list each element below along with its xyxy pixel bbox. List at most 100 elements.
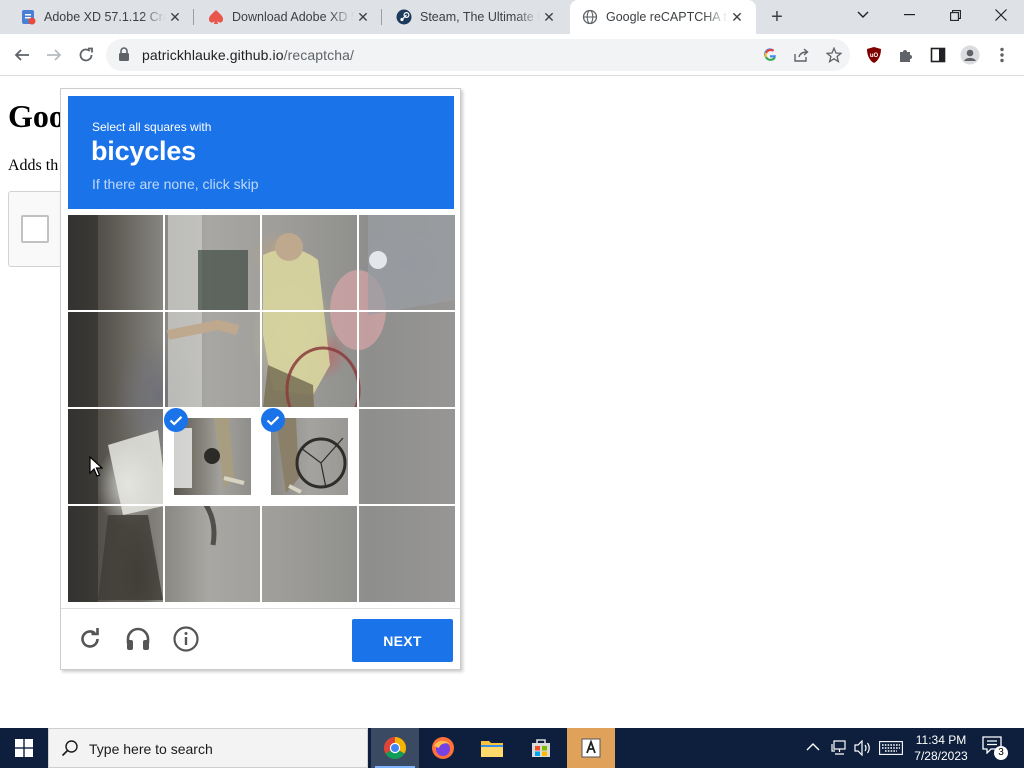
google-g-icon [764,48,776,61]
tab-steam[interactable]: Steam, The Ultimate Online Game Platform… [384,0,568,34]
chevron-up-icon[interactable] [806,741,820,753]
tile-photo [174,418,245,488]
recaptcha-challenge-dialog: Select all squares with bicycles If ther… [60,88,461,670]
google-lens-icon[interactable] [760,45,780,65]
tab-title: Download Adobe XD 57 [232,10,354,24]
grid-tile[interactable] [359,215,454,310]
grid-tile-selected[interactable] [164,408,261,505]
tab-title: Adobe XD 57.1.12 Crack [44,10,166,24]
url-path: /recaptcha/ [283,47,354,63]
extensions-button[interactable] [890,39,922,71]
profile-button[interactable] [954,39,986,71]
adobe-installer-icon [581,738,601,758]
grid-tile[interactable] [165,215,260,310]
url-text: patrickhlauke.github.io/recaptcha/ [142,47,354,63]
tile-image [174,418,251,495]
arrow-right-icon [47,49,62,61]
tab-search-button[interactable] [840,0,886,30]
reload-challenge-button[interactable] [76,625,104,653]
spade-icon [208,10,224,24]
puzzle-icon [900,50,912,62]
grid-tile[interactable] [68,506,163,601]
new-tab-button[interactable]: + [764,5,790,29]
taskbar-chrome[interactable] [371,728,419,768]
grid-tile[interactable] [68,312,163,407]
globe-icon [582,9,598,25]
page-title: Goo [8,98,65,134]
bookmark-star-icon[interactable] [824,45,844,65]
close-tab-icon[interactable]: ✕ [728,8,746,26]
recaptcha-checkbox[interactable] [21,215,49,243]
clock-date: 7/28/2023 [914,749,968,763]
grid-tile[interactable] [165,506,260,601]
volume-icon[interactable] [854,740,872,756]
grid-tile[interactable] [68,215,163,310]
tab-download-adobe-xd[interactable]: Download Adobe XD 57 ✕ [196,0,382,34]
clock-time: 11:34 PM [915,733,967,747]
grid-tile[interactable] [359,312,454,407]
share-arrow-icon [794,48,809,62]
reload-button[interactable] [70,39,102,71]
action-center-button[interactable]: 3 [982,736,1008,760]
next-button[interactable]: NEXT [352,619,453,662]
reload-icon [79,47,93,62]
tile-image [271,418,348,495]
restore-button[interactable] [932,0,978,30]
shield-icon: uO [867,47,881,63]
restore-icon [949,9,961,21]
url-domain: patrickhlauke.github.io [142,47,284,63]
grid-tile[interactable] [68,409,163,504]
grid-tile[interactable] [262,312,357,407]
challenge-header: Select all squares with bicycles If ther… [68,96,454,209]
back-button[interactable] [6,39,38,71]
grid-tile[interactable] [262,506,357,601]
svg-text:uO: uO [870,53,879,59]
ublock-extension-icon[interactable]: uO [858,39,890,71]
chevron-down-icon [857,11,869,18]
taskbar-microsoft-store[interactable] [517,728,565,768]
close-icon [995,9,1007,21]
tab-title: Steam, The Ultimate Online Game Platform [420,10,540,24]
close-tab-icon[interactable]: ✕ [166,8,184,26]
grid-tile[interactable] [359,409,454,504]
taskbar-adobe-app[interactable] [567,728,615,768]
grid-tile-selected[interactable] [261,408,358,505]
chrome-menu-button[interactable] [986,39,1018,71]
tab-title: Google reCAPTCHA test [606,10,728,24]
keyboard-icon[interactable] [879,741,903,755]
selected-check-icon [164,408,188,432]
minimize-icon [903,14,915,16]
audio-challenge-button[interactable] [124,625,152,653]
grid-tile[interactable] [165,312,260,407]
close-tab-icon[interactable]: ✕ [540,8,558,26]
minimize-button[interactable] [886,0,932,30]
steam-icon [396,9,412,25]
close-window-button[interactable] [978,0,1024,30]
taskbar-firefox[interactable] [419,728,467,768]
tab-separator [193,9,194,25]
tab-strip: Adobe XD 57.1.12 Crack ✕ Download Adobe … [0,0,1024,34]
address-bar[interactable]: patrickhlauke.github.io/recaptcha/ [106,39,850,71]
taskbar-search-box[interactable]: Type here to search [48,728,368,768]
side-panel-icon [930,47,946,63]
arrow-left-icon [14,49,29,61]
avatar-icon [960,45,980,65]
taskbar-clock[interactable]: 11:34 PM 7/28/2023 [909,732,973,764]
network-icon[interactable] [831,740,847,756]
tab-adobe-xd-crack[interactable]: Adobe XD 57.1.12 Crack ✕ [8,0,194,34]
tab-recaptcha-test[interactable]: Google reCAPTCHA test ✕ [570,0,756,34]
taskbar-file-explorer[interactable] [468,728,516,768]
forward-button[interactable] [38,39,70,71]
close-tab-icon[interactable]: ✕ [354,8,372,26]
tile-photo [276,418,347,494]
lock-icon [119,47,129,61]
firefox-icon [432,737,454,759]
info-icon [173,626,199,652]
grid-tile[interactable] [262,215,357,310]
side-panel-button[interactable] [922,39,954,71]
start-button[interactable] [0,728,48,768]
share-icon[interactable] [792,45,812,65]
grid-tile[interactable] [359,506,454,601]
help-button[interactable] [172,625,200,653]
store-icon [532,739,550,757]
